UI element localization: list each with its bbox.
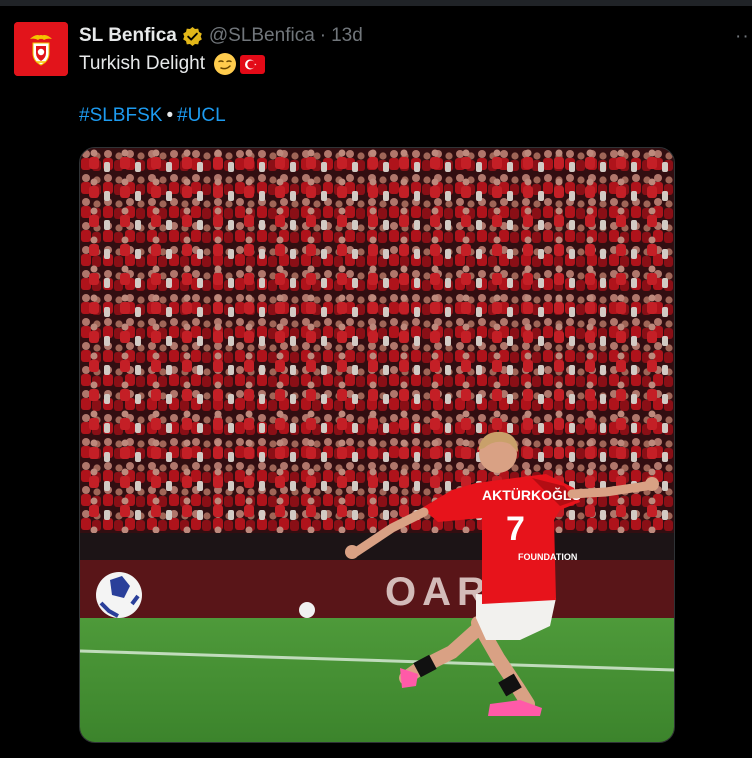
user-handle[interactable]: @SLBenfica bbox=[209, 25, 315, 47]
tweet-body: Turkish Delight bbox=[79, 53, 206, 74]
hashtags-line: #SLBFSK • #UCL bbox=[79, 105, 226, 127]
player-name: AKTÜRKOĞLU bbox=[482, 486, 582, 503]
tweet-media-photo[interactable]: OAR A AKTÜRKOĞLU 7 FOUNDATION bbox=[79, 147, 675, 743]
more-options-icon[interactable]: ·· bbox=[735, 26, 750, 48]
display-name[interactable]: SL Benfica bbox=[79, 25, 177, 47]
hashtag-link[interactable]: #UCL bbox=[177, 105, 226, 126]
header-separator: · bbox=[319, 25, 327, 46]
tweet-text: Turkish Delight bbox=[79, 52, 266, 76]
profile-avatar[interactable] bbox=[14, 22, 68, 76]
football-photo: OAR A AKTÜRKOĞLU 7 FOUNDATION bbox=[80, 148, 674, 742]
top-divider bbox=[0, 0, 752, 6]
second-ball bbox=[299, 602, 315, 618]
shirt-sponsor: FOUNDATION bbox=[518, 552, 577, 562]
turkey-flag-icon bbox=[240, 54, 266, 74]
player-number: 7 bbox=[506, 510, 525, 548]
smirking-face-icon bbox=[214, 53, 237, 75]
hashtag-link[interactable]: #SLBFSK bbox=[79, 105, 162, 126]
tweet-header: SL Benfica @SLBenfica · 13d bbox=[79, 23, 363, 49]
hashtag-separator: • bbox=[166, 105, 174, 126]
gold-verified-icon bbox=[183, 26, 202, 46]
football-ball bbox=[96, 572, 142, 618]
tweet-timestamp[interactable]: 13d bbox=[331, 25, 363, 47]
benfica-crest-icon bbox=[14, 22, 68, 76]
